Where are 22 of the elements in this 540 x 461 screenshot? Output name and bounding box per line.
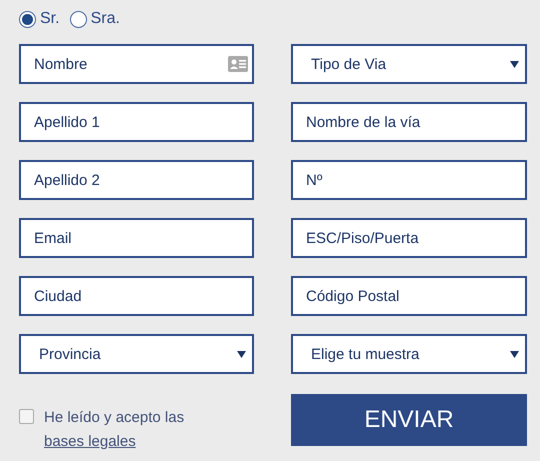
dropdown-field[interactable]: Elige tu muestra bbox=[291, 334, 527, 374]
text-field[interactable]: Apellido 2 bbox=[19, 160, 254, 200]
legal-link[interactable]: bases legales bbox=[44, 433, 136, 450]
text-field[interactable]: Apellido 1 bbox=[19, 102, 254, 142]
text-field[interactable]: Nº bbox=[291, 160, 527, 200]
text-field[interactable]: ESC/Piso/Puerta bbox=[291, 218, 527, 258]
salutation-radio[interactable]: Sr. bbox=[19, 10, 60, 28]
text-field[interactable]: Código Postal bbox=[291, 276, 527, 316]
dropdown-field[interactable]: Provincia bbox=[19, 334, 254, 374]
contact-card-icon bbox=[228, 56, 248, 72]
text-field[interactable]: Nombre bbox=[19, 44, 254, 84]
text-field[interactable]: Nombre de la vía bbox=[291, 102, 527, 142]
dropdown-arrow-icon bbox=[237, 350, 246, 358]
consent-text: He leído y acepto las bases legales bbox=[44, 408, 186, 452]
text-field[interactable]: Email bbox=[19, 218, 254, 258]
consent-checkbox[interactable] bbox=[19, 409, 34, 424]
dropdown-arrow-icon bbox=[510, 60, 519, 68]
submit-button[interactable]: ENVIAR bbox=[291, 394, 527, 446]
dropdown-arrow-icon bbox=[510, 350, 519, 358]
salutation-radio[interactable]: Sra. bbox=[70, 10, 120, 28]
text-field[interactable]: Ciudad bbox=[19, 276, 254, 316]
dropdown-field[interactable]: Tipo de Via bbox=[291, 44, 527, 84]
